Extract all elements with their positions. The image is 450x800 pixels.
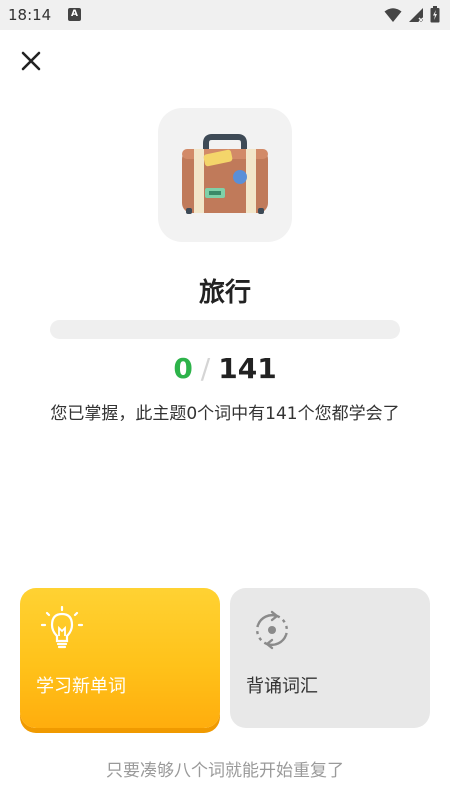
repeat-hint: 只要凑够八个词就能开始重复了 xyxy=(106,761,344,781)
cell-signal-icon xyxy=(409,7,424,23)
mastered-count: 0 xyxy=(173,352,193,385)
wifi-icon xyxy=(384,7,402,22)
close-icon xyxy=(21,51,41,71)
mastery-description: 您已掌握，此主题0个词中有141个您都学会了 xyxy=(50,404,400,424)
lightbulb-icon xyxy=(40,606,84,649)
total-count: 141 xyxy=(218,352,277,385)
topic-title: 旅行 xyxy=(198,278,251,308)
topic-icon-tile xyxy=(158,108,292,242)
count-separator: / xyxy=(200,352,211,385)
mastery-count: 0/141 xyxy=(0,352,450,385)
suitcase-icon xyxy=(182,134,268,214)
close-button[interactable] xyxy=(16,46,46,76)
review-vocabulary-button[interactable]: 背诵词汇 xyxy=(230,588,430,728)
battery-icon xyxy=(430,6,440,23)
mastery-progress-bar xyxy=(50,320,400,339)
learn-new-words-button[interactable]: 学习新单词 xyxy=(20,588,220,728)
status-icons xyxy=(384,6,440,23)
status-time: 18:14 xyxy=(8,6,52,24)
notification-app-icon: A xyxy=(68,8,81,21)
refresh-cycle-icon xyxy=(255,610,289,650)
review-vocabulary-label: 背诵词汇 xyxy=(246,676,318,697)
learn-new-words-label: 学习新单词 xyxy=(36,676,126,697)
status-bar: 18:14 A xyxy=(0,0,450,30)
